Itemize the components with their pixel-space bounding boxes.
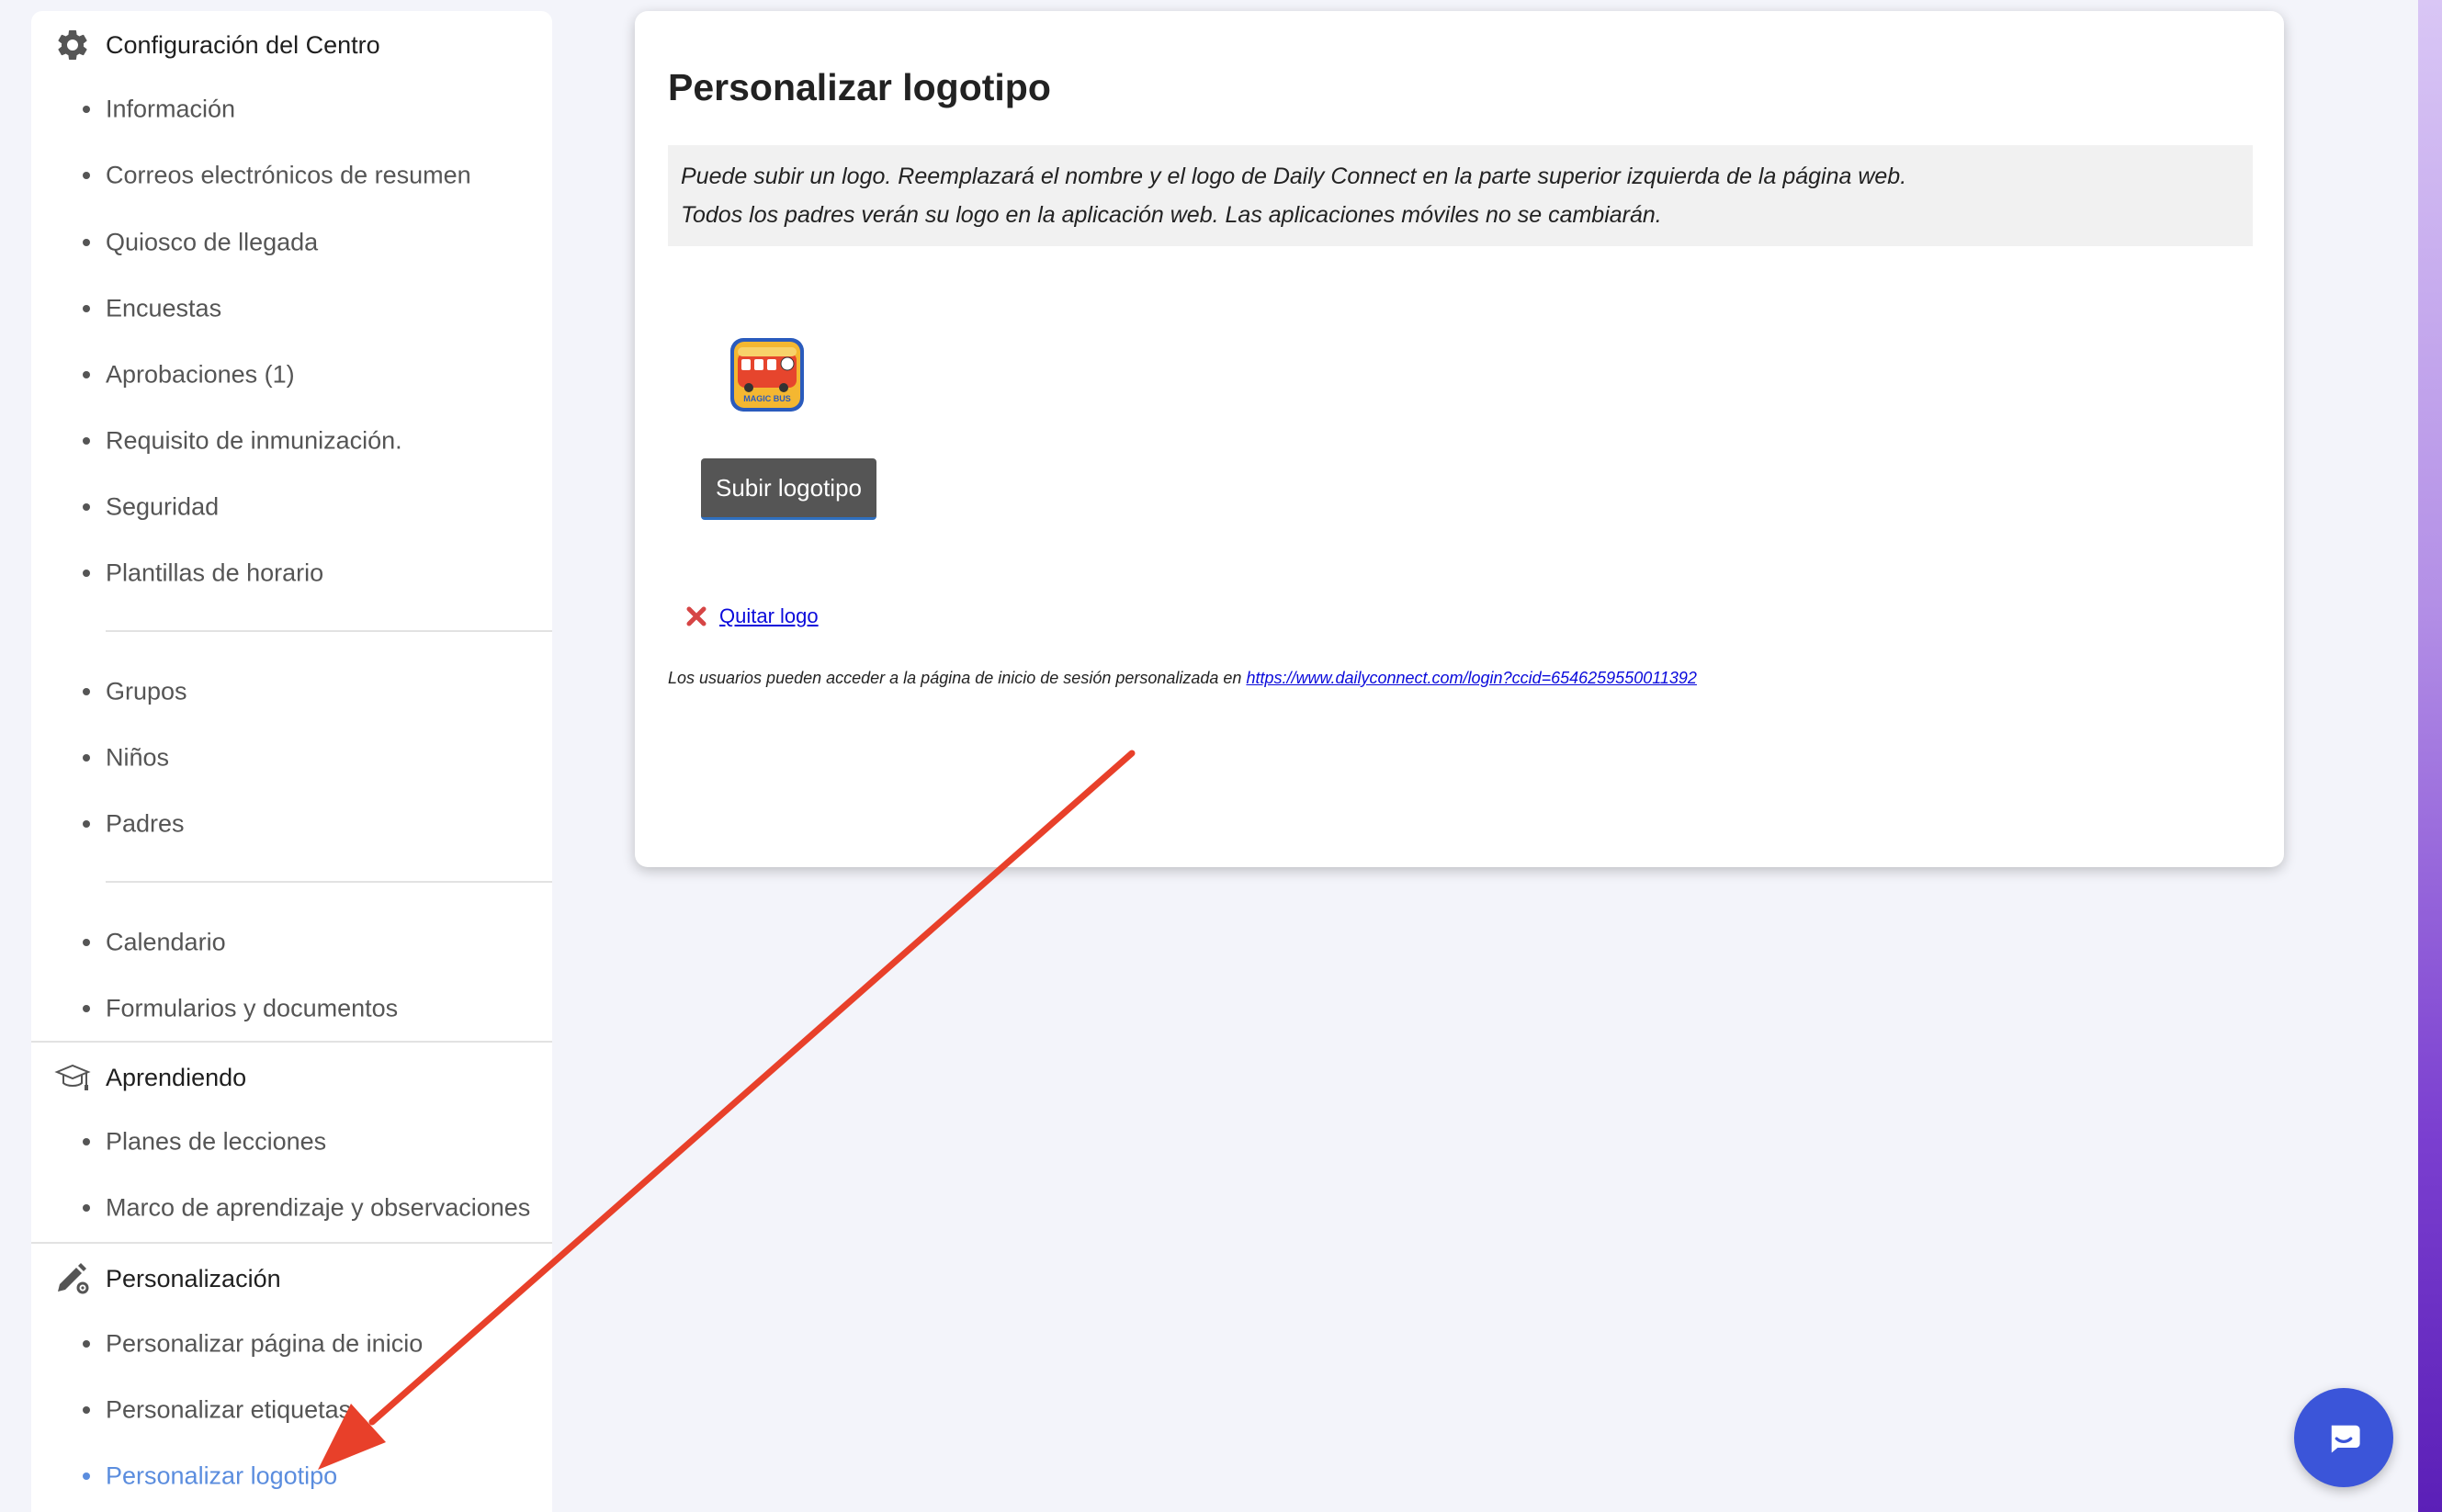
sidebar-item-security[interactable]: Seguridad: [31, 480, 552, 535]
sidebar-item-learning-framework[interactable]: Marco de aprendizaje y observaciones: [31, 1180, 552, 1236]
center-logo-image: MAGIC BUS: [730, 338, 804, 412]
section-title: Configuración del Centro: [106, 30, 380, 59]
sidebar-item-kiosk[interactable]: Quiosco de llegada: [31, 215, 552, 270]
section-header-learning[interactable]: Aprendiendo: [31, 1050, 552, 1105]
sidebar-item-informacion[interactable]: Información: [31, 82, 552, 137]
sidebar-item-label: Grupos: [106, 677, 187, 705]
pen-gear-icon: [53, 1259, 92, 1298]
sidebar-item-label: Personalizar logotipo: [106, 1461, 338, 1490]
page-title: Personalizar logotipo: [668, 66, 1051, 108]
sidebar-item-summary-emails[interactable]: Correos electrónicos de resumen: [31, 148, 552, 203]
chat-button[interactable]: [2294, 1388, 2393, 1487]
sidebar-item-label: Seguridad: [106, 492, 220, 521]
gear-icon: [53, 26, 92, 64]
sidebar-item-calendar[interactable]: Calendario: [31, 915, 552, 970]
sidebar-item-customize-logo[interactable]: Personalizar logotipo: [31, 1449, 552, 1504]
sidebar-item-label: Quiosco de llegada: [106, 228, 319, 256]
sidebar-item-immunization[interactable]: Requisito de inmunización.: [31, 413, 552, 468]
sidebar-item-surveys[interactable]: Encuestas: [31, 281, 552, 336]
sidebar-item-label: Niños: [106, 743, 170, 772]
section-divider: [31, 1242, 552, 1244]
sidebar-item-label: Calendario: [106, 928, 226, 956]
sidebar-item-label: Personalizar página de inicio: [106, 1329, 424, 1358]
svg-text:MAGIC BUS: MAGIC BUS: [743, 394, 791, 403]
notice-line-2: Todos los padres verán su logo en la apl…: [681, 202, 1662, 228]
info-notice: Puede subir un logo. Reemplazará el nomb…: [668, 145, 2253, 246]
login-note-text: Los usuarios pueden acceder a la página …: [668, 669, 1247, 687]
sidebar-item-label: Planes de lecciones: [106, 1127, 327, 1156]
section-divider: [31, 1041, 552, 1043]
remove-logo-link[interactable]: Quitar logo: [719, 604, 819, 628]
section-header-center-config[interactable]: Configuración del Centro: [31, 17, 552, 73]
sidebar-item-children[interactable]: Niños: [31, 730, 552, 785]
section-title: Personalización: [106, 1264, 281, 1292]
sidebar-item-label: Aprobaciones (1): [106, 360, 295, 389]
section-title: Aprendiendo: [106, 1063, 247, 1091]
sidebar-item-label: Personalizar etiquetas: [106, 1395, 352, 1424]
sidebar-item-label: Requisito de inmunización.: [106, 426, 402, 455]
customize-logo-card: Personalizar logotipo Puede subir un log…: [635, 11, 2284, 867]
notice-line-1: Puede subir un logo. Reemplazará el nomb…: [681, 164, 1907, 189]
sidebar-item-groups[interactable]: Grupos: [31, 664, 552, 719]
graduation-cap-icon: [53, 1058, 92, 1097]
remove-logo-row: Quitar logo: [684, 604, 819, 628]
chat-icon: [2331, 1425, 2360, 1453]
divider: [106, 630, 552, 632]
section-header-customization[interactable]: Personalización: [31, 1251, 552, 1306]
sidebar-item-label: Padres: [106, 809, 185, 838]
sidebar-item-lesson-plans[interactable]: Planes de lecciones: [31, 1114, 552, 1169]
sidebar-item-label: Marco de aprendizaje y observaciones: [106, 1193, 531, 1222]
sidebar-item-label: Formularios y documentos: [106, 994, 399, 1022]
sidebar: Configuración del Centro Información Cor…: [31, 11, 552, 1512]
sidebar-item-parents[interactable]: Padres: [31, 796, 552, 852]
sidebar-item-label: Plantillas de horario: [106, 559, 324, 587]
custom-login-link[interactable]: https://www.dailyconnect.com/login?ccid=…: [1246, 669, 1697, 687]
window-edge-gradient: [2418, 0, 2442, 1512]
sidebar-item-customize-homepage[interactable]: Personalizar página de inicio: [31, 1316, 552, 1371]
divider: [106, 881, 552, 883]
sidebar-item-label: Encuestas: [106, 294, 222, 322]
sidebar-item-customize-labels[interactable]: Personalizar etiquetas: [31, 1382, 552, 1438]
sidebar-item-label: Información: [106, 95, 236, 123]
login-page-note: Los usuarios pueden acceder a la página …: [668, 669, 1697, 688]
sidebar-item-forms-documents[interactable]: Formularios y documentos: [31, 981, 552, 1036]
upload-logo-button[interactable]: Subir logotipo: [701, 458, 876, 520]
close-icon[interactable]: [684, 604, 708, 628]
sidebar-item-schedule-templates[interactable]: Plantillas de horario: [31, 546, 552, 601]
sidebar-item-approvals[interactable]: Aprobaciones (1): [31, 347, 552, 402]
sidebar-item-label: Correos electrónicos de resumen: [106, 161, 471, 189]
